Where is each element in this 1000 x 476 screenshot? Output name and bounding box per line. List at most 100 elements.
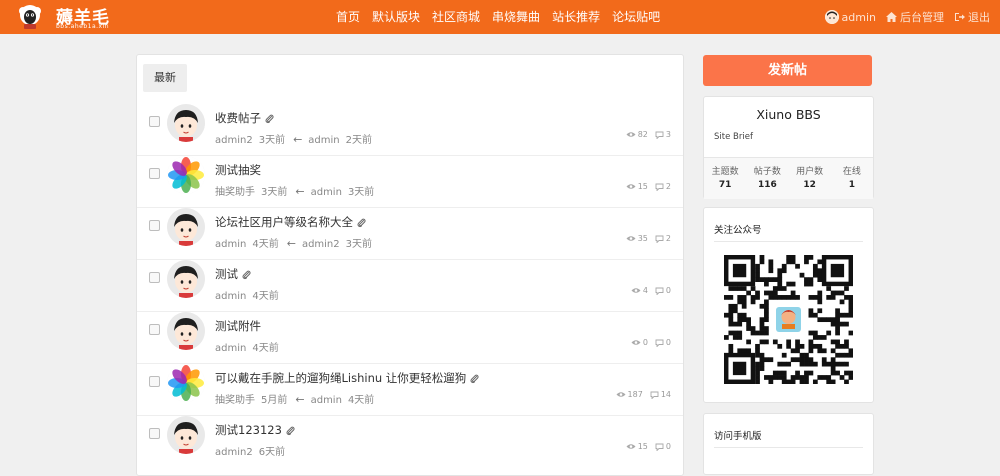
user-nav: admin 后台管理 退出 (815, 0, 990, 34)
thread-author[interactable]: admin2 (215, 135, 253, 146)
thread-title-text[interactable]: 可以戴在手腕上的遛狗绳Lishinu 让你更轻松遛狗 (215, 371, 466, 385)
thread-title[interactable]: 论坛社区用户等级名称大全 (215, 214, 366, 230)
thread-stats: 15 2 (619, 182, 671, 191)
last-reply-user[interactable]: admin (311, 187, 342, 198)
logout-link[interactable]: 退出 (954, 9, 990, 25)
thread-title[interactable]: 测试123123 (215, 422, 295, 438)
thread-author[interactable]: admin (215, 291, 246, 302)
thread-title[interactable]: 测试抽奖 (215, 162, 261, 178)
thread-row[interactable]: 测试附件 admin 4天前 0 0 (137, 312, 683, 364)
thread-author-avatar[interactable] (167, 156, 205, 194)
wechat-qr-card: 关注公众号 (703, 207, 874, 403)
thread-author[interactable]: 抽奖助手 (215, 187, 255, 198)
thread-author-avatar[interactable] (167, 364, 205, 402)
view-count-value: 15 (637, 182, 648, 191)
flower-avatar-icon (167, 364, 205, 402)
user-avatar-icon (167, 260, 205, 298)
attachment-icon (286, 426, 295, 435)
thread-title-text[interactable]: 测试附件 (215, 319, 261, 333)
view-count: 35 (626, 234, 648, 243)
thread-row[interactable]: 测试123123 admin2 6天前 15 0 (137, 416, 683, 467)
view-count-value: 82 (637, 130, 648, 139)
thread-title-text[interactable]: 论坛社区用户等级名称大全 (215, 215, 353, 229)
thread-author[interactable]: admin (215, 239, 246, 250)
reply-count: 0 (655, 338, 671, 347)
thread-title[interactable]: 测试附件 (215, 318, 261, 334)
stat-value: 71 (718, 180, 732, 190)
reply-count-value: 2 (665, 182, 671, 191)
nav-item-music[interactable]: 串烧舞曲 (486, 0, 546, 34)
thread-author-avatar[interactable] (167, 416, 205, 454)
thread-stats: 187 14 (609, 390, 671, 399)
replies-icon (655, 287, 664, 295)
nav-item-tieba[interactable]: 论坛贴吧 (606, 0, 666, 34)
last-reply-user[interactable]: admin (311, 395, 342, 406)
thread-select-checkbox[interactable] (149, 168, 160, 179)
thread-title[interactable]: 收费帖子 (215, 110, 274, 126)
last-reply-user[interactable]: admin (308, 135, 339, 146)
admin-panel-label: 后台管理 (900, 11, 944, 24)
view-count: 187 (616, 390, 643, 399)
tab-latest[interactable]: 最新 (143, 64, 187, 92)
thread-meta: 抽奖助手 3天前 ← admin 3天前 (215, 183, 380, 198)
thread-select-checkbox[interactable] (149, 272, 160, 283)
view-count: 15 (626, 182, 648, 191)
thread-row[interactable]: 论坛社区用户等级名称大全 admin 4天前 ← admin2 3天前 35 2 (137, 208, 683, 260)
thread-row[interactable]: 测试抽奖抽奖助手 3天前 ← admin 3天前 15 2 (137, 156, 683, 208)
admin-panel-link[interactable]: 后台管理 (886, 9, 944, 25)
reply-count-value: 14 (660, 390, 671, 399)
last-reply-user[interactable]: admin2 (302, 239, 340, 250)
reply-count: 2 (655, 182, 671, 191)
nav-item-home[interactable]: 首页 (330, 0, 366, 34)
thread-author-avatar[interactable] (167, 260, 205, 298)
thread-row[interactable]: 可以戴在手腕上的遛狗绳Lishinu 让你更轻松遛狗 抽奖助手 5月前 ← admin 4… (137, 364, 683, 416)
user-avatar-icon (167, 208, 205, 246)
thread-author[interactable]: admin2 (215, 447, 253, 458)
thread-meta: 抽奖助手 5月前 ← admin 4天前 (215, 391, 380, 406)
thread-meta: admin 4天前 ← admin2 3天前 (215, 235, 378, 250)
replies-icon (655, 339, 664, 347)
new-post-button[interactable]: 发新帖 (703, 55, 872, 86)
user-avatar-icon (167, 312, 205, 350)
views-icon (631, 340, 641, 345)
thread-author[interactable]: admin (215, 343, 246, 354)
thread-title[interactable]: 可以戴在手腕上的遛狗绳Lishinu 让你更轻松遛狗 (215, 370, 479, 386)
view-count: 0 (631, 338, 648, 347)
thread-select-checkbox[interactable] (149, 220, 160, 231)
thread-author-avatar[interactable] (167, 312, 205, 350)
last-reply-arrow: ← (295, 393, 305, 406)
thread-meta: admin 4天前 (215, 339, 285, 354)
stat-threads: 主题数 71 (704, 158, 746, 199)
thread-title-text[interactable]: 测试抽奖 (215, 163, 261, 177)
thread-title-text[interactable]: 测试 (215, 267, 238, 281)
thread-meta: admin2 3天前 ← admin 2天前 (215, 131, 378, 146)
thread-title-text[interactable]: 测试123123 (215, 423, 282, 437)
thread-author-avatar[interactable] (167, 208, 205, 246)
nav-item-shop[interactable]: 社区商城 (426, 0, 486, 34)
last-reply-time: 4天前 (347, 395, 375, 406)
thread-author[interactable]: 抽奖助手 (215, 395, 255, 406)
thread-time: 4天前 (252, 343, 279, 354)
thread-author-avatar[interactable] (167, 104, 205, 142)
top-navbar: 薅羊毛 bbs.aheb1a.xin 首页 默认版块 社区商城 串烧舞曲 站长推… (0, 0, 1000, 34)
main-nav: 首页 默认版块 社区商城 串烧舞曲 站长推荐 论坛贴吧 (330, 0, 666, 34)
last-reply-arrow: ← (286, 237, 296, 250)
thread-title-text[interactable]: 收费帖子 (215, 111, 261, 125)
user-profile-link[interactable]: admin (824, 10, 876, 24)
thread-select-checkbox[interactable] (149, 116, 160, 127)
nav-item-default-forum[interactable]: 默认版块 (366, 0, 426, 34)
stat-label: 主题数 (711, 167, 739, 177)
brand[interactable]: 薅羊毛 bbs.aheb1a.xin (16, 2, 126, 32)
reply-count: 14 (650, 390, 671, 399)
view-count: 82 (626, 130, 648, 139)
thread-select-checkbox[interactable] (149, 376, 160, 387)
thread-title[interactable]: 测试 (215, 266, 251, 282)
nav-item-recommend[interactable]: 站长推荐 (546, 0, 606, 34)
thread-row[interactable]: 测试 admin 4天前 4 0 (137, 260, 683, 312)
view-count-value: 4 (642, 286, 648, 295)
reply-count-value: 3 (665, 130, 671, 139)
thread-select-checkbox[interactable] (149, 428, 160, 439)
thread-select-checkbox[interactable] (149, 324, 160, 335)
replies-icon (655, 235, 664, 243)
thread-row[interactable]: 收费帖子 admin2 3天前 ← admin 2天前 82 3 (137, 104, 683, 156)
